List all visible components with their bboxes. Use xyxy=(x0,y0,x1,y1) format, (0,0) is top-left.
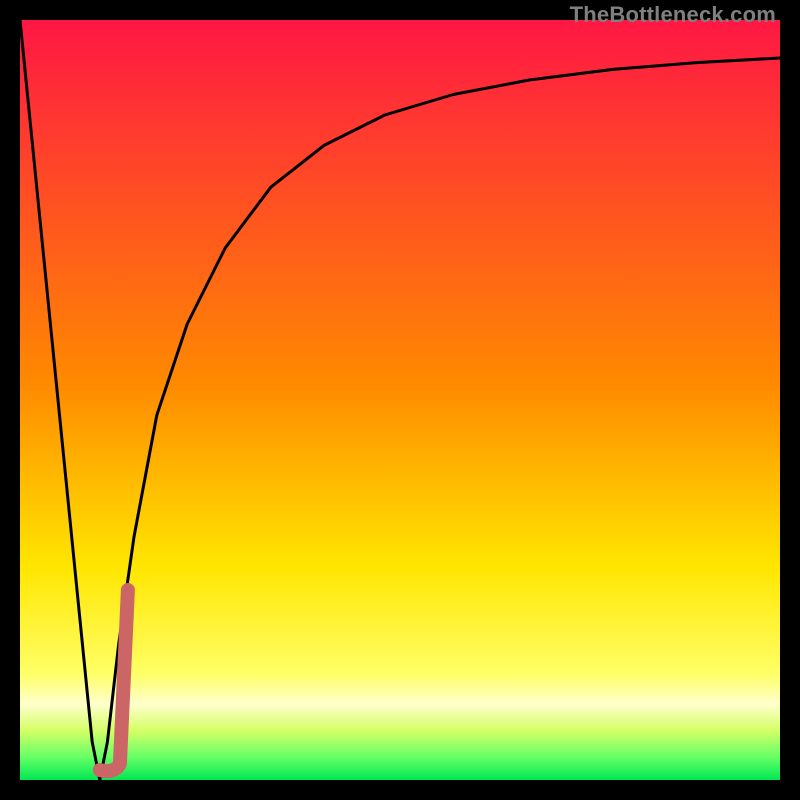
chart-frame: { "watermark": "TheBottleneck.com", "col… xyxy=(0,0,800,800)
chart-svg xyxy=(20,20,780,780)
plot-area xyxy=(20,20,780,780)
watermark-text: TheBottleneck.com xyxy=(570,2,776,28)
gradient-background xyxy=(20,20,780,780)
